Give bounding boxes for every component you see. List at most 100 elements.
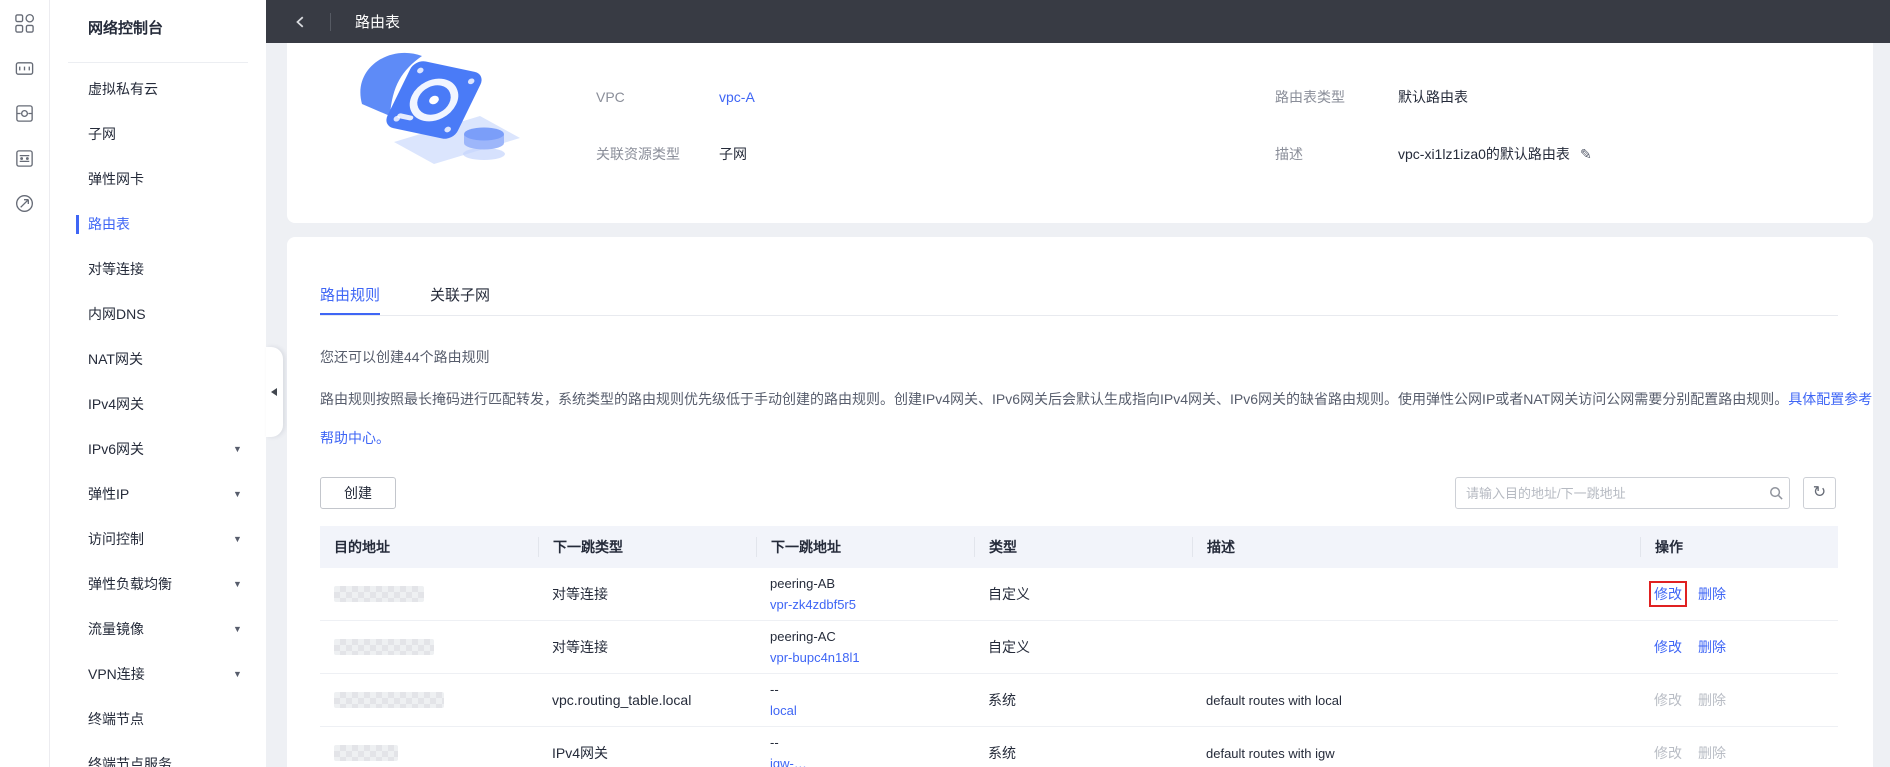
next-hop-link[interactable]: vpr-zk4zdbf5r5 [770, 597, 974, 612]
modify-link[interactable]: 修改 [1649, 581, 1687, 607]
ipv6-gateway-icon[interactable] [13, 146, 37, 170]
sidebar-item-label: 流量镜像 [88, 621, 144, 637]
help-center-link[interactable]: 帮助中心。 [320, 430, 390, 446]
network-console-sidebar: 网络控制台 虚拟私有云 ▼ 子网 ▼ 弹性网卡 ▼ 路由表 ▼ 对等连接 ▼ 内… [50, 0, 266, 767]
sidebar-item[interactable]: 弹性IP ▼ [50, 472, 266, 517]
chevron-left-icon [296, 16, 304, 27]
sidebar-item[interactable]: 路由表 ▼ [50, 202, 266, 247]
dashboard-icon[interactable] [13, 11, 37, 35]
sidebar-item-label: 路由表 [88, 216, 130, 232]
chevron-down-icon: ▼ [233, 624, 242, 634]
back-button[interactable] [294, 13, 312, 31]
sidebar-item[interactable]: 终端节点 ▼ [50, 697, 266, 742]
col-description: 描述 [1192, 537, 1640, 557]
refresh-button[interactable]: ↻ [1803, 477, 1836, 509]
field-route-table-type-value: 默认路由表 [1398, 89, 1468, 105]
sidebar-item[interactable]: 子网 ▼ [50, 112, 266, 157]
next-hop-link[interactable]: vpr-bupc4n18l1 [770, 650, 974, 665]
modify-link[interactable]: 修改 [1654, 637, 1682, 657]
sidebar-item[interactable]: 内网DNS ▼ [50, 292, 266, 337]
sidebar-item-label: 终端节点 [88, 711, 144, 727]
table-body: 对等连接 peering-AB vpr-zk4zdbf5r5 自定义 修改 删除 … [320, 568, 1838, 767]
topbar-divider [330, 12, 331, 31]
redacted-destination [334, 639, 434, 655]
col-next-hop-type: 下一跳类型 [538, 537, 756, 557]
sidebar-item[interactable]: VPN连接 ▼ [50, 652, 266, 697]
sidebar-item-label: 子网 [88, 126, 116, 142]
quota-text: 您还可以创建44个路由规则 [320, 349, 490, 365]
table-row: vpc.routing_table.local -- local 系统 defa… [320, 674, 1838, 727]
search-input[interactable] [1456, 485, 1763, 501]
sidebar-item[interactable]: 访问控制 ▼ [50, 517, 266, 562]
table-row: 对等连接 peering-AC vpr-bupc4n18l1 自定义 修改 删除 [320, 621, 1838, 674]
sidebar-collapse-handle[interactable] [266, 347, 283, 437]
sidebar-item[interactable]: 终端节点服务 ▼ [50, 742, 266, 767]
sidebar-item[interactable]: 虚拟私有云 ▼ [50, 67, 266, 112]
sidebar-item-label: IPv4网关 [88, 396, 145, 412]
delete-link[interactable]: 删除 [1698, 743, 1726, 763]
field-resource-type-value: 子网 [719, 146, 747, 162]
field-route-table-type: 路由表类型 [1275, 88, 1345, 107]
delete-link[interactable]: 删除 [1698, 584, 1726, 604]
sidebar-item-label: 虚拟私有云 [88, 81, 158, 97]
redacted-destination [334, 586, 424, 602]
delete-link[interactable]: 删除 [1698, 690, 1726, 710]
col-destination: 目的地址 [334, 539, 390, 555]
page-topbar: 路由表 [266, 0, 1890, 43]
sidebar-title: 网络控制台 [88, 20, 164, 37]
sidebar-item-label: 访问控制 [88, 531, 144, 547]
next-hop-link[interactable]: igw-… [770, 756, 974, 767]
col-next-hop-address: 下一跳地址 [756, 537, 974, 557]
tab-bar: 路由规则 关联子网 [320, 285, 490, 316]
table-row: IPv4网关 -- igw-… 系统 default routes with i… [320, 727, 1838, 767]
chevron-down-icon: ▼ [233, 669, 242, 679]
cell-description: default routes with local [1206, 692, 1342, 708]
sidebar-item-label: NAT网关 [88, 351, 143, 367]
rules-description-line2: 帮助中心。 [320, 428, 390, 448]
cell-description: default routes with igw [1206, 745, 1335, 761]
sidebar-item-label: 弹性网卡 [88, 171, 144, 187]
vpc-service-icon[interactable] [13, 56, 37, 80]
chevron-down-icon: ▼ [233, 579, 242, 589]
sidebar-item-label: 内网DNS [88, 306, 146, 322]
delete-link[interactable]: 删除 [1698, 637, 1726, 657]
field-description-value: vpc-xi1lz1iza0的默认路由表 ✎ [1398, 146, 1592, 162]
tab-associated-subnets[interactable]: 关联子网 [430, 285, 490, 316]
chevron-down-icon: ▼ [233, 534, 242, 544]
config-reference-link[interactable]: 具体配置参考 [1788, 391, 1872, 407]
edit-description-icon[interactable]: ✎ [1580, 146, 1592, 162]
sidebar-item[interactable]: NAT网关 ▼ [50, 337, 266, 382]
col-type: 类型 [974, 537, 1192, 557]
tab-route-rules[interactable]: 路由规则 [320, 285, 381, 316]
active-indicator-bar [76, 215, 79, 234]
route-table-page: 网络控制台 虚拟私有云 ▼ 子网 ▼ 弹性网卡 ▼ 路由表 ▼ 对等连接 ▼ 内… [0, 0, 1890, 767]
sidebar-item[interactable]: 弹性网卡 ▼ [50, 157, 266, 202]
field-description: 描述 [1275, 145, 1303, 164]
sidebar-item[interactable]: 弹性负载均衡 ▼ [50, 562, 266, 607]
refresh-icon: ↻ [1812, 484, 1827, 501]
cell-type: 自定义 [988, 639, 1030, 655]
col-actions: 操作 [1640, 537, 1838, 557]
sidebar-item[interactable]: IPv4网关 ▼ [50, 382, 266, 427]
cell-next-hop-type: vpc.routing_table.local [552, 692, 692, 708]
search-box [1455, 477, 1790, 509]
create-button[interactable]: 创建 [320, 477, 396, 509]
sidebar-item[interactable]: 对等连接 ▼ [50, 247, 266, 292]
bandwidth-icon[interactable] [13, 191, 37, 215]
chevron-down-icon: ▼ [233, 444, 242, 454]
rules-description: 路由规则按照最长掩码进行匹配转发，系统类型的路由规则优先级低于手动创建的路由规则… [320, 391, 1873, 407]
next-hop-link[interactable]: local [770, 703, 974, 718]
sidebar-divider [68, 62, 248, 63]
sidebar-item-label: 对等连接 [88, 261, 144, 277]
field-vpc: VPC [596, 88, 625, 107]
sidebar-item[interactable]: 流量镜像 ▼ [50, 607, 266, 652]
search-icon[interactable] [1763, 486, 1789, 501]
modify-link[interactable]: 修改 [1654, 690, 1682, 710]
modify-link[interactable]: 修改 [1654, 743, 1682, 763]
route-rules-card: 路由规则 关联子网 您还可以创建44个路由规则 路由规则按照最长掩码进行匹配转发… [287, 237, 1873, 767]
sidebar-item[interactable]: IPv6网关 ▼ [50, 427, 266, 472]
ipv4-gateway-icon[interactable] [13, 101, 37, 125]
sidebar-menu: 虚拟私有云 ▼ 子网 ▼ 弹性网卡 ▼ 路由表 ▼ 对等连接 ▼ 内网DNS ▼… [50, 67, 266, 767]
field-vpc-label: VPC [596, 89, 625, 105]
vpc-link[interactable]: vpc-A [719, 89, 755, 105]
